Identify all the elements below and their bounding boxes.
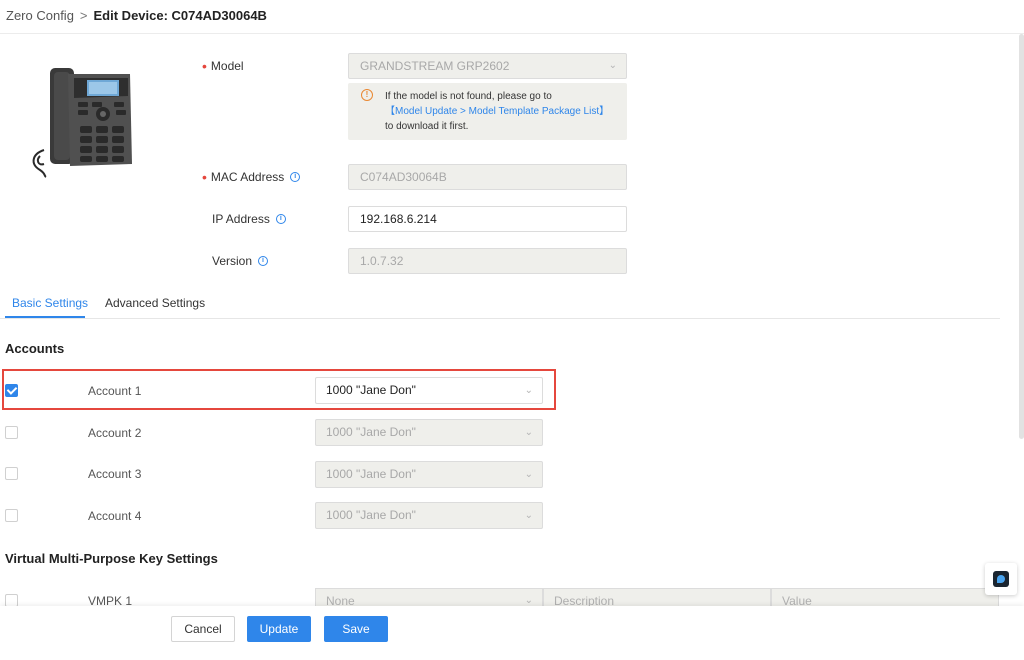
- account-3-checkbox[interactable]: [5, 467, 18, 480]
- settings-tabs: Basic Settings Advanced Settings: [0, 289, 1000, 319]
- account-2-label: Account 2: [88, 426, 142, 440]
- account-2-checkbox[interactable]: [5, 426, 18, 439]
- info-icon[interactable]: i: [275, 214, 286, 224]
- required-asterisk: •: [202, 169, 207, 185]
- model-hint-box: ! If the model is not found, please go t…: [348, 83, 627, 140]
- active-tab-indicator: [5, 316, 85, 318]
- vmpk-heading: Virtual Multi-Purpose Key Settings: [5, 551, 218, 566]
- tab-advanced-settings[interactable]: Advanced Settings: [105, 296, 205, 310]
- accounts-heading: Accounts: [5, 341, 65, 356]
- hint-text: If the model is not found, please go to: [385, 91, 552, 102]
- account-4-checkbox[interactable]: [5, 509, 18, 522]
- top-bar: Zero Config > Edit Device: C074AD30064B: [0, 0, 1024, 34]
- hint-text-end: to download it first.: [385, 121, 469, 132]
- page-title: Edit Device: C074AD30064B: [93, 8, 267, 23]
- account-4-select[interactable]: 1000 "Jane Don" ⌄: [315, 502, 543, 529]
- ip-address-field[interactable]: 192.168.6.214: [348, 206, 627, 232]
- vertical-scrollbar[interactable]: [1019, 34, 1024, 439]
- save-button[interactable]: Save: [324, 616, 388, 642]
- account-3-label: Account 3: [88, 467, 142, 481]
- chevron-down-icon: ⌄: [524, 510, 533, 521]
- chat-icon: [993, 571, 1009, 587]
- warning-icon: !: [361, 89, 373, 101]
- account-1-label: Account 1: [88, 384, 142, 398]
- mac-address-field[interactable]: C074AD30064B: [348, 164, 627, 190]
- footer-action-bar: Cancel Update Save: [0, 606, 1024, 660]
- account-1-select[interactable]: 1000 "Jane Don" ⌄: [315, 377, 543, 404]
- account-3-select[interactable]: 1000 "Jane Don" ⌄: [315, 461, 543, 488]
- version-field[interactable]: 1.0.7.32: [348, 248, 627, 274]
- breadcrumb: Zero Config > Edit Device: C074AD30064B: [6, 8, 267, 23]
- account-4-label: Account 4: [88, 509, 142, 523]
- update-button[interactable]: Update: [247, 616, 311, 642]
- account-2-select[interactable]: 1000 "Jane Don" ⌄: [315, 419, 543, 446]
- required-asterisk: •: [202, 58, 207, 74]
- info-icon[interactable]: i: [290, 172, 301, 182]
- model-update-link[interactable]: 【Model Update > Model Template Package L…: [385, 104, 619, 119]
- info-icon[interactable]: i: [258, 256, 269, 266]
- model-select[interactable]: GRANDSTREAM GRP2602 ⌄: [348, 53, 627, 79]
- cancel-button[interactable]: Cancel: [171, 616, 235, 642]
- mac-label: • MAC Address i: [202, 169, 301, 185]
- chevron-down-icon: ⌄: [524, 385, 533, 396]
- version-label: Version i: [212, 254, 269, 268]
- chat-assistant-button[interactable]: [985, 563, 1017, 595]
- model-label: • Model: [202, 58, 244, 74]
- device-phone-image: [32, 68, 132, 178]
- breadcrumb-parent[interactable]: Zero Config: [6, 8, 74, 23]
- account-1-checkbox[interactable]: [5, 384, 18, 397]
- chevron-down-icon: ⌄: [524, 427, 533, 438]
- chevron-down-icon: ⌄: [608, 60, 617, 71]
- tab-basic-settings[interactable]: Basic Settings: [12, 296, 88, 310]
- breadcrumb-separator: >: [79, 8, 88, 23]
- ip-label: IP Address i: [212, 212, 286, 226]
- chevron-down-icon: ⌄: [524, 469, 533, 480]
